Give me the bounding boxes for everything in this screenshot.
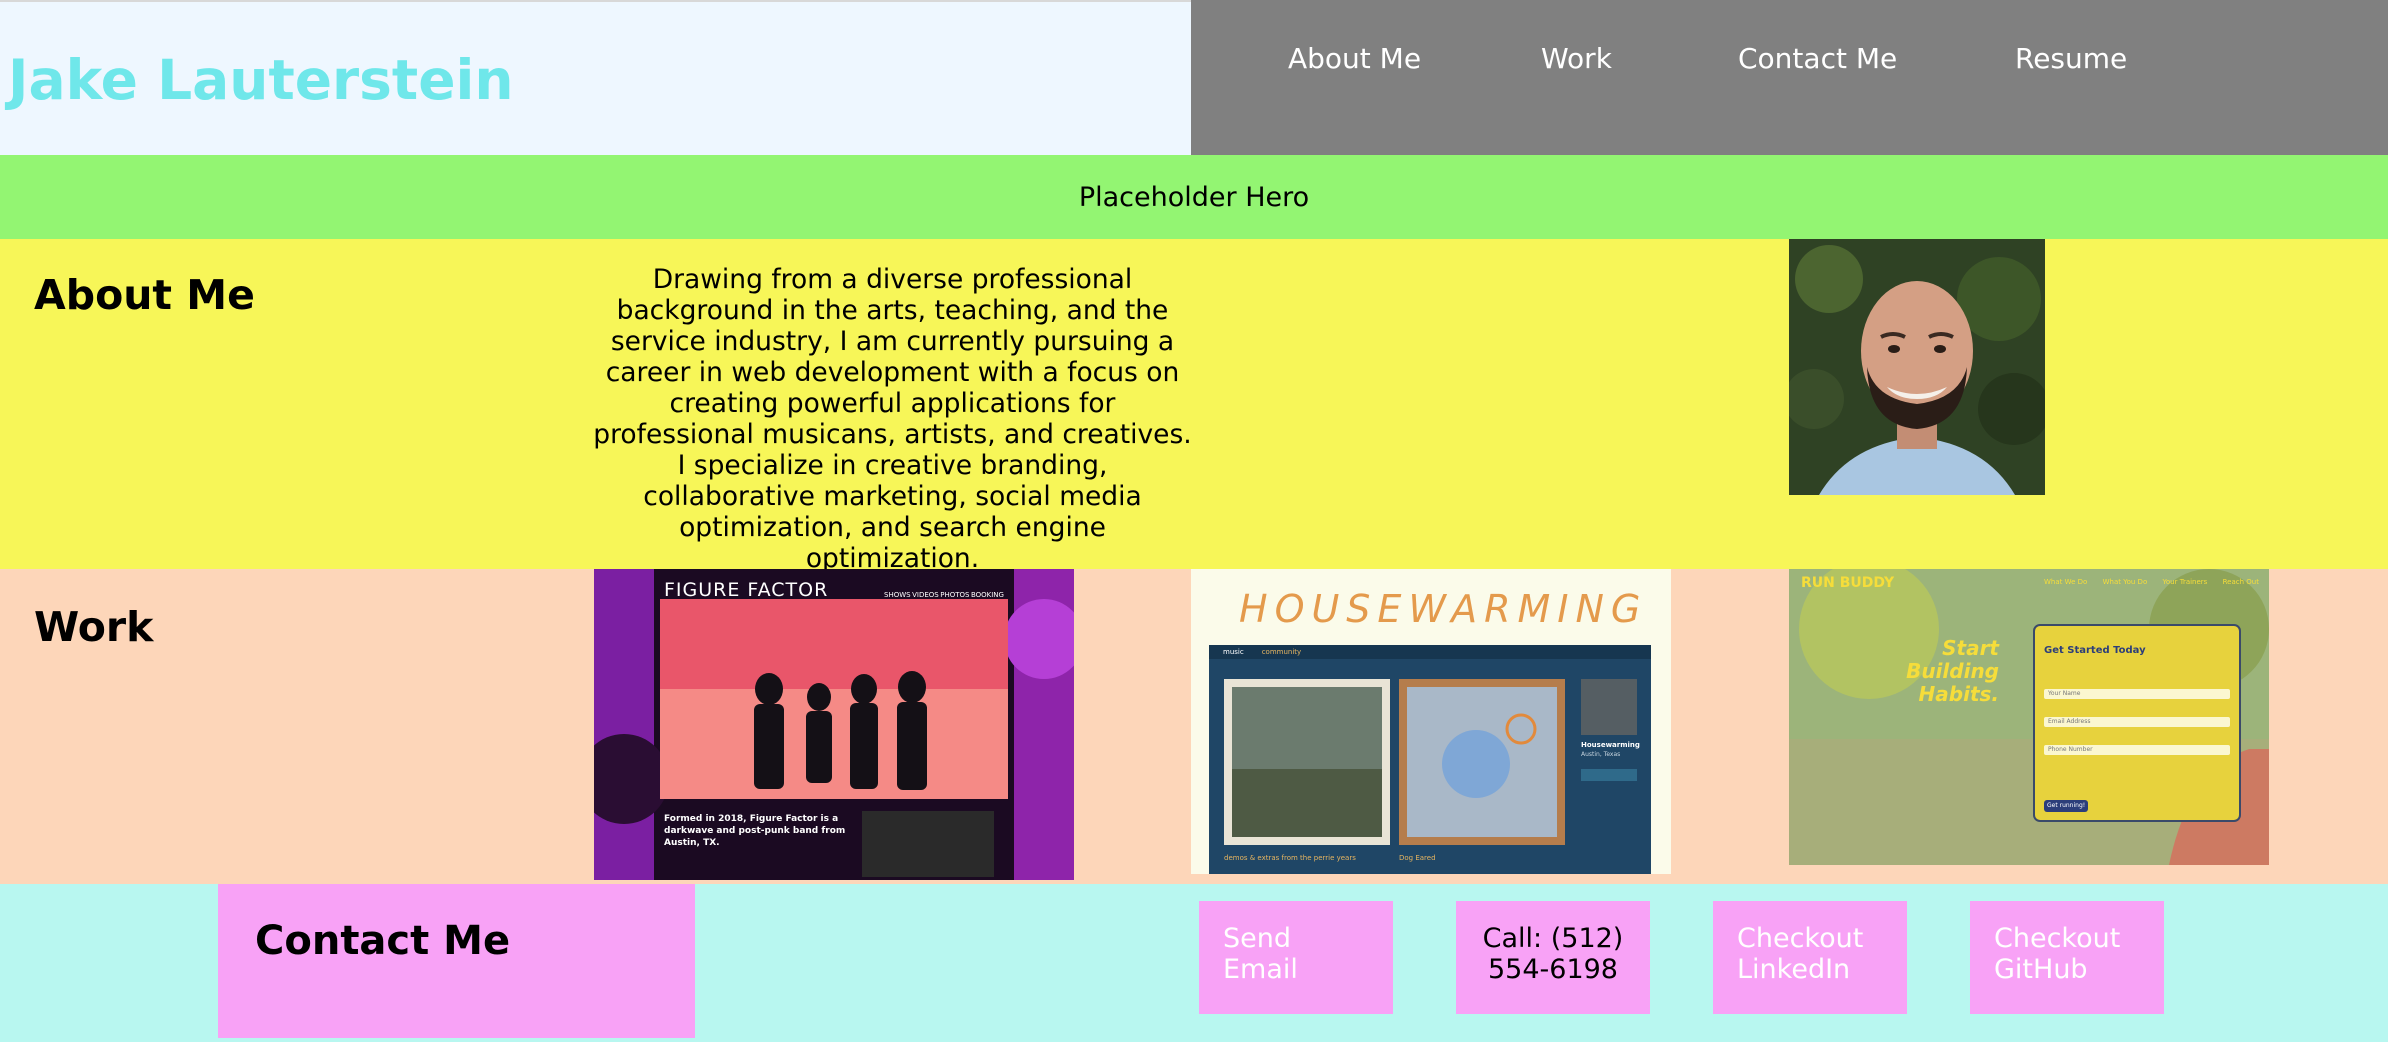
site-header: Jake Lauterstein About Me Work Contact M… <box>0 0 2388 155</box>
about-section: About Me Drawing from a diverse professi… <box>0 239 2388 574</box>
project-housewarming[interactable]: HOUSEWARMING music community demos & ext… <box>1191 569 1671 874</box>
linkedin-button[interactable]: Checkout LinkedIn <box>1713 901 1907 1014</box>
run-buddy-nav-item: Reach Out <box>2222 578 2259 586</box>
about-bio: Drawing from a diverse professional back… <box>593 264 1192 574</box>
run-buddy-field-email: Email Address <box>2048 718 2091 725</box>
run-buddy-nav-item: What We Do <box>2044 578 2088 586</box>
profile-photo <box>1789 239 2045 495</box>
housewarming-tabs: music community <box>1223 648 1301 656</box>
run-buddy-field-name: Your Name <box>2048 690 2081 697</box>
call-phone-button[interactable]: Call: (512) 554-6198 <box>1456 901 1650 1014</box>
figure-factor-nav-item: SHOWS <box>884 591 911 599</box>
hero-placeholder-text: Placeholder Hero <box>1078 181 1310 213</box>
nav-work[interactable]: Work <box>1541 42 1612 75</box>
site-title[interactable]: Jake Lauterstein <box>8 48 514 112</box>
figure-factor-nav: SHOWS VIDEOS PHOTOS BOOKING <box>884 591 1004 599</box>
run-buddy-nav-item: What You Do <box>2102 578 2148 586</box>
figure-factor-caption: Formed in 2018, Figure Factor is a darkw… <box>664 814 846 848</box>
figure-factor-nav-item: VIDEOS <box>912 591 939 599</box>
work-section: Work FIGURE FACTOR SHOWS VIDEOS PHOTOS B… <box>0 569 2388 884</box>
nav-resume[interactable]: Resume <box>2015 42 2127 75</box>
housewarming-logo: HOUSEWARMING <box>1239 587 1648 631</box>
figure-factor-nav-item: BOOKING <box>970 591 1004 599</box>
run-buddy-form-title: Get Started Today <box>2044 645 2146 656</box>
work-heading: Work <box>34 603 154 651</box>
send-email-button[interactable]: Send Email <box>1199 901 1393 1014</box>
housewarming-album-1: demos & extras from the perrie years <box>1224 854 1356 862</box>
figure-factor-nav-item: PHOTOS <box>940 591 970 599</box>
project-run-buddy[interactable]: RUN BUDDY What We Do What You Do Your Tr… <box>1789 569 2269 865</box>
github-button[interactable]: Checkout GitHub <box>1970 901 2164 1014</box>
contact-section: Contact Me Send Email Call: (512) 554-61… <box>0 884 2388 1042</box>
brand-area: Jake Lauterstein <box>0 0 1191 155</box>
main-nav: About Me Work Contact Me Resume <box>1191 0 2388 155</box>
run-buddy-nav: What We Do What You Do Your Trainers Rea… <box>2044 578 2259 586</box>
contact-heading: Contact Me <box>255 918 511 964</box>
figure-factor-logo: FIGURE FACTOR <box>664 579 829 601</box>
run-buddy-cta: Get running! <box>2047 802 2086 809</box>
housewarming-album-2: Dog Eared <box>1399 854 1436 862</box>
run-buddy-tagline: Start Building Habits. <box>1906 636 1999 706</box>
run-buddy-field-phone: Phone Number <box>2048 746 2093 753</box>
run-buddy-nav-item: Your Trainers <box>2162 578 2208 586</box>
housewarming-tab: community <box>1261 648 1302 656</box>
housewarming-tab: music <box>1223 648 1244 656</box>
run-buddy-logo: RUN BUDDY <box>1801 575 1895 591</box>
housewarming-artist: Housewarming <box>1581 741 1640 749</box>
nav-contact-me[interactable]: Contact Me <box>1738 42 1897 75</box>
nav-about-me[interactable]: About Me <box>1288 42 1421 75</box>
about-heading: About Me <box>34 271 255 319</box>
hero-section: Placeholder Hero <box>0 155 2388 239</box>
housewarming-location: Austin, Texas <box>1581 751 1621 758</box>
project-figure-factor[interactable]: FIGURE FACTOR SHOWS VIDEOS PHOTOS BOOKIN… <box>594 569 1074 880</box>
contact-heading-panel: Contact Me <box>218 884 695 1038</box>
